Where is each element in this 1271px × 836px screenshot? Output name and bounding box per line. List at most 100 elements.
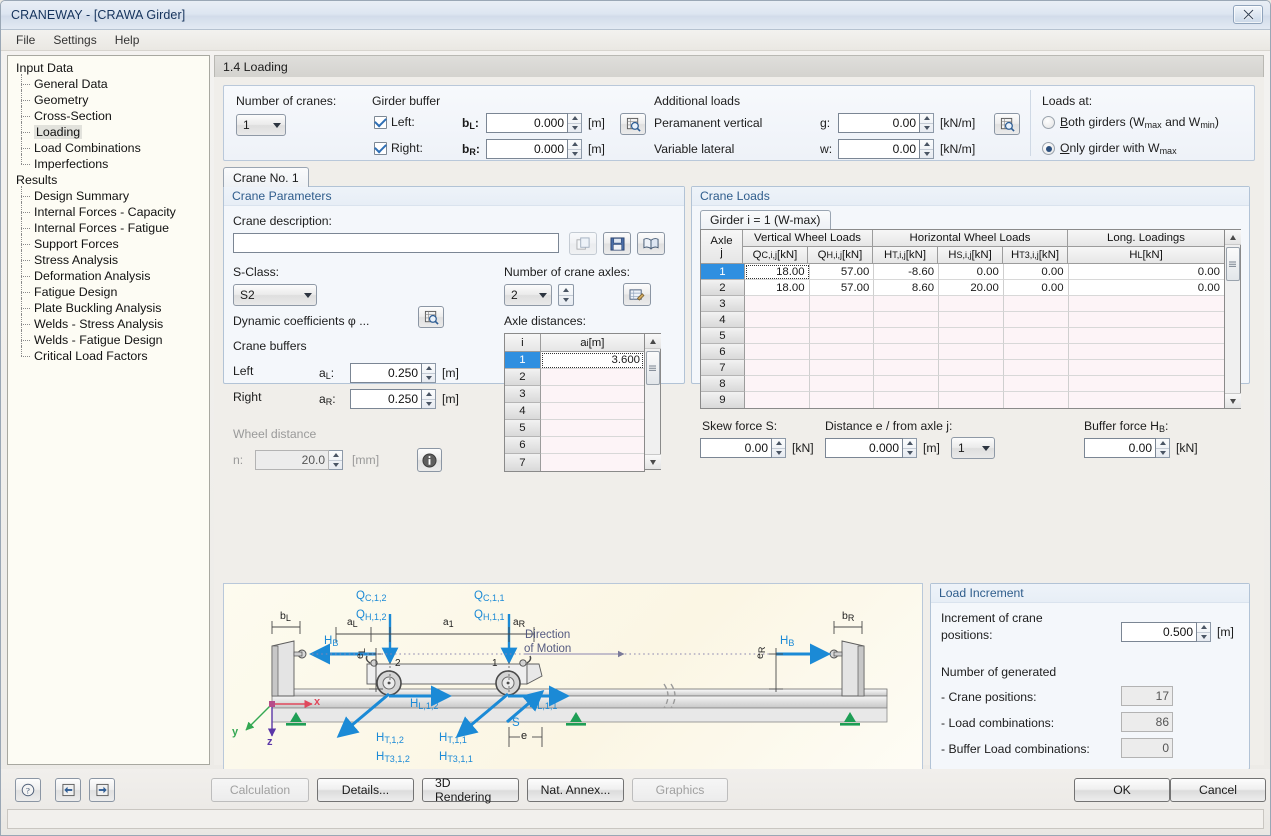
table-row[interactable]: 5 (701, 328, 1224, 344)
sidebar-item-critical-load-factors[interactable]: Critical Load Factors (12, 346, 209, 364)
cell-ht[interactable] (874, 360, 940, 376)
next-page-button[interactable] (89, 778, 115, 802)
menu-item-help[interactable]: Help (106, 31, 149, 49)
axle-table-scrollbar[interactable] (644, 333, 661, 470)
scroll-down-button[interactable] (1224, 393, 1241, 408)
tree-group-input-data[interactable]: Input Data (12, 60, 209, 76)
table-row[interactable]: 3 (701, 296, 1224, 312)
table-row[interactable]: 2 18.00 57.00 8.60 20.00 0.00 0.00 (701, 280, 1224, 296)
table-row[interactable]: 7 (701, 360, 1224, 376)
cell-qh[interactable] (809, 376, 875, 392)
sidebar-item-plate-buckling-analysis[interactable]: Plate Buckling Analysis (12, 298, 209, 318)
table-row[interactable]: 6 (701, 344, 1224, 360)
copy-crane-button[interactable] (569, 232, 597, 255)
menu-item-file[interactable]: File (7, 31, 44, 49)
cell-ht3[interactable]: 0.00 (1003, 280, 1069, 296)
al-spinner[interactable] (422, 363, 436, 383)
br-input[interactable]: 0.000 (486, 139, 568, 159)
cell-ht3[interactable] (1003, 360, 1069, 376)
cell-a[interactable] (540, 386, 644, 403)
sidebar-item-geometry[interactable]: Geometry (12, 90, 209, 110)
number-of-axles-select[interactable]: 2 (504, 284, 552, 306)
sidebar-item-general-data[interactable]: General Data (12, 74, 209, 94)
cell-hs[interactable] (939, 344, 1004, 360)
n-spinner[interactable] (329, 450, 343, 470)
variable-lateral-input[interactable]: 0.00 (838, 139, 920, 159)
sidebar-item-design-summary[interactable]: Design Summary (12, 186, 209, 206)
cell-hl[interactable] (1068, 312, 1224, 328)
bl-spinner[interactable] (568, 113, 582, 133)
cell-qc[interactable] (744, 344, 810, 360)
table-row[interactable]: 3 (505, 386, 644, 403)
skew-force-input[interactable]: 0.00 (700, 438, 772, 458)
cell-qh[interactable]: 57.00 (809, 280, 875, 296)
cell-ht3[interactable]: 0.00 (1003, 264, 1069, 280)
cell-hs[interactable] (939, 328, 1004, 344)
cell-ht[interactable] (874, 344, 940, 360)
tab-crane-no-1[interactable]: Crane No. 1 (223, 167, 309, 187)
calculation-button[interactable]: Calculation (211, 778, 309, 802)
cell-qh[interactable] (809, 328, 875, 344)
table-row[interactable]: 2 (505, 369, 644, 386)
axle-config-button[interactable] (623, 283, 651, 306)
cell-hs[interactable]: 0.00 (939, 264, 1004, 280)
table-row[interactable]: 9 (701, 392, 1224, 408)
ok-button[interactable]: OK (1074, 778, 1170, 802)
cell-hl[interactable] (1068, 376, 1224, 392)
cell-qh[interactable]: 57.00 (809, 264, 875, 280)
cell-ht[interactable]: 8.60 (874, 280, 940, 296)
cell-a[interactable] (540, 454, 644, 471)
cell-qc[interactable] (744, 296, 810, 312)
crane-loads-scrollbar[interactable] (1224, 229, 1241, 409)
sidebar-item-loading[interactable]: Loading (12, 122, 209, 142)
cell-qc[interactable] (744, 376, 810, 392)
buffer-left-input[interactable]: 0.250 (350, 363, 422, 383)
cell-qc[interactable] (744, 312, 810, 328)
cell-qh[interactable] (809, 360, 875, 376)
cell-hl[interactable]: 0.00 (1068, 264, 1224, 280)
cell-qc[interactable] (744, 328, 810, 344)
cell-hl[interactable] (1068, 360, 1224, 376)
sidebar-item-internal-forces-fatigue[interactable]: Internal Forces - Fatigue (12, 218, 209, 238)
buffer-right-input[interactable]: 0.250 (350, 389, 422, 409)
cell-a[interactable] (540, 369, 644, 386)
scroll-thumb[interactable] (645, 351, 660, 385)
sidebar-item-support-forces[interactable]: Support Forces (12, 234, 209, 254)
sidebar-item-stress-analysis[interactable]: Stress Analysis (12, 250, 209, 270)
cell-a[interactable]: 3.600 (540, 352, 644, 369)
cell-hs[interactable] (939, 312, 1004, 328)
cell-hs[interactable] (939, 376, 1004, 392)
table-row[interactable]: 6 (505, 437, 644, 454)
tree-group-results[interactable]: Results (12, 172, 209, 188)
graphics-button[interactable]: Graphics (632, 778, 728, 802)
buffer-spinner[interactable] (1156, 438, 1170, 458)
sidebar-item-load-combinations[interactable]: Load Combinations (12, 138, 209, 158)
3d-rendering-button[interactable]: 3D Rendering (422, 776, 519, 804)
increment-input[interactable]: 0.500 (1121, 622, 1197, 642)
bl-input[interactable]: 0.000 (486, 113, 568, 133)
nat-annex-button[interactable]: Nat. Annex... (527, 778, 624, 802)
cell-ht3[interactable] (1003, 328, 1069, 344)
table-row[interactable]: 1 18.00 57.00 -8.60 0.00 0.00 0.00 (701, 264, 1224, 280)
cell-a[interactable] (540, 420, 644, 437)
help-button[interactable]: ? (15, 778, 41, 802)
cell-hs[interactable] (939, 360, 1004, 376)
sidebar-item-fatigue-design[interactable]: Fatigue Design (12, 282, 209, 302)
save-crane-button[interactable] (603, 232, 631, 255)
cell-qh[interactable] (809, 312, 875, 328)
cell-qc[interactable]: 18.00 (744, 280, 810, 296)
radio-only-girder-wmax[interactable]: Only girder with Wmax (1042, 141, 1177, 156)
cell-ht[interactable] (874, 376, 940, 392)
cell-hl[interactable] (1068, 344, 1224, 360)
table-row[interactable]: 7 (505, 454, 644, 471)
sidebar-item-deformation-analysis[interactable]: Deformation Analysis (12, 266, 209, 286)
distance-spinner[interactable] (903, 438, 917, 458)
crane-loads-table[interactable]: Axle j Vertical Wheel Loads Q C,i,j [kN] … (700, 229, 1241, 409)
cell-ht3[interactable] (1003, 296, 1069, 312)
crane-description-input[interactable] (233, 233, 559, 253)
cell-ht3[interactable] (1003, 392, 1069, 408)
w-spinner[interactable] (920, 139, 934, 159)
table-row[interactable]: 5 (505, 420, 644, 437)
increment-spinner[interactable] (1197, 622, 1211, 642)
menu-item-settings[interactable]: Settings (44, 31, 105, 49)
